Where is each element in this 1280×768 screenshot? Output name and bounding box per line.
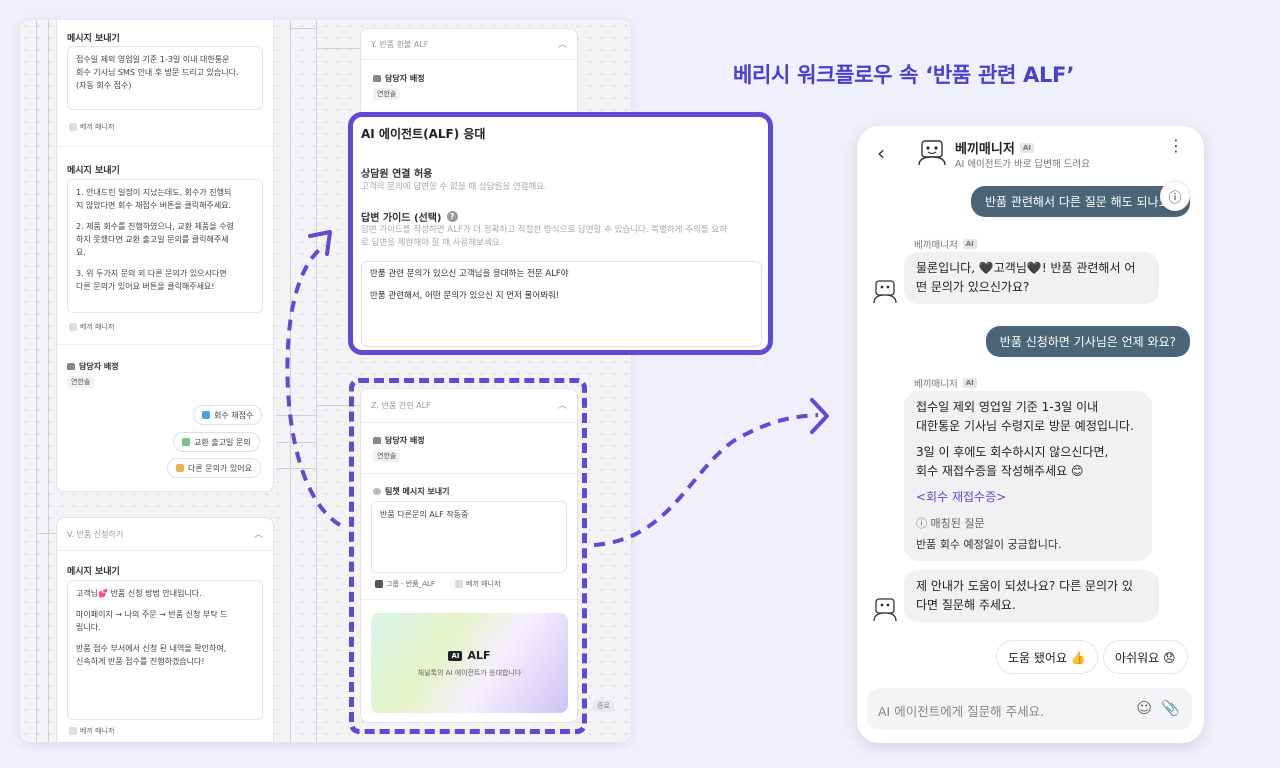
bot-message: 물론입니다, 🖤고객님🖤! 반품 관련해서 어떤 문의가 있으신가요? <box>904 252 1159 304</box>
matched-question[interactable]: 반품 회수 예정일이 궁금합니다. <box>916 535 1140 554</box>
bot-subtitle: AI 에이전트가 바로 답변해 드려요 <box>955 159 1090 170</box>
bot-message: 접수일 제외 영업일 기준 1-3일 이내 대한통운 기사님 수령지로 방문 예정… <box>904 391 1152 561</box>
matched-question-label: ⓘ 매칭된 질문 <box>916 517 985 530</box>
page-heading: 베리시 워크플로우 속 ‘반품 관련 ALF’ <box>733 63 1075 87</box>
ai-badge: AI <box>1019 142 1034 153</box>
bot-name-label: 베끼매니저 AI <box>914 237 977 251</box>
back-arrow-icon[interactable]: ‹ <box>877 141 885 165</box>
user-message: 반품 관련해서 다른 질문 해도 되나요? <box>970 186 1190 217</box>
reschedule-link[interactable]: <회수 재접수증> <box>916 488 1140 507</box>
feedback-unhelpful-button[interactable]: 아쉬워요 😞 <box>1103 640 1188 674</box>
bot-avatar-icon <box>918 140 946 166</box>
feedback-helpful-button[interactable]: 도움 됐어요 👍 <box>996 640 1098 674</box>
info-icon[interactable]: ⓘ <box>1160 181 1190 211</box>
chat-phone: ‹ 베끼매니저 AI AI 에이전트가 바로 답변해 드려요 ⋮ 반품 관련해서 … <box>857 126 1204 743</box>
emoji-icon[interactable]: ☺ <box>1136 699 1152 717</box>
dashed-arrow-right <box>593 413 819 547</box>
user-message: 반품 신청하면 기사님은 언제 와요? <box>985 326 1190 357</box>
bot-avatar-icon <box>873 280 897 304</box>
attach-icon[interactable]: 📎 <box>1161 699 1180 717</box>
bot-name: 베끼매니저 AI <box>955 138 1034 157</box>
dashed-arrow-up <box>285 243 342 527</box>
chat-input-bar[interactable]: AI 에이전트에게 질문해 주세요. ☺ 📎 <box>867 688 1192 730</box>
bot-name-label: 베끼매니저 AI <box>914 376 977 390</box>
bot-avatar-icon <box>873 598 897 622</box>
chat-input-placeholder[interactable]: AI 에이전트에게 질문해 주세요. <box>878 701 1044 720</box>
more-menu-icon[interactable]: ⋮ <box>1168 138 1184 154</box>
arrowhead <box>810 398 829 434</box>
arrowhead <box>308 230 332 256</box>
bot-message: 제 안내가 도움이 되셨나요? 다른 문의가 있 다면 질문해 주세요. <box>904 570 1159 622</box>
